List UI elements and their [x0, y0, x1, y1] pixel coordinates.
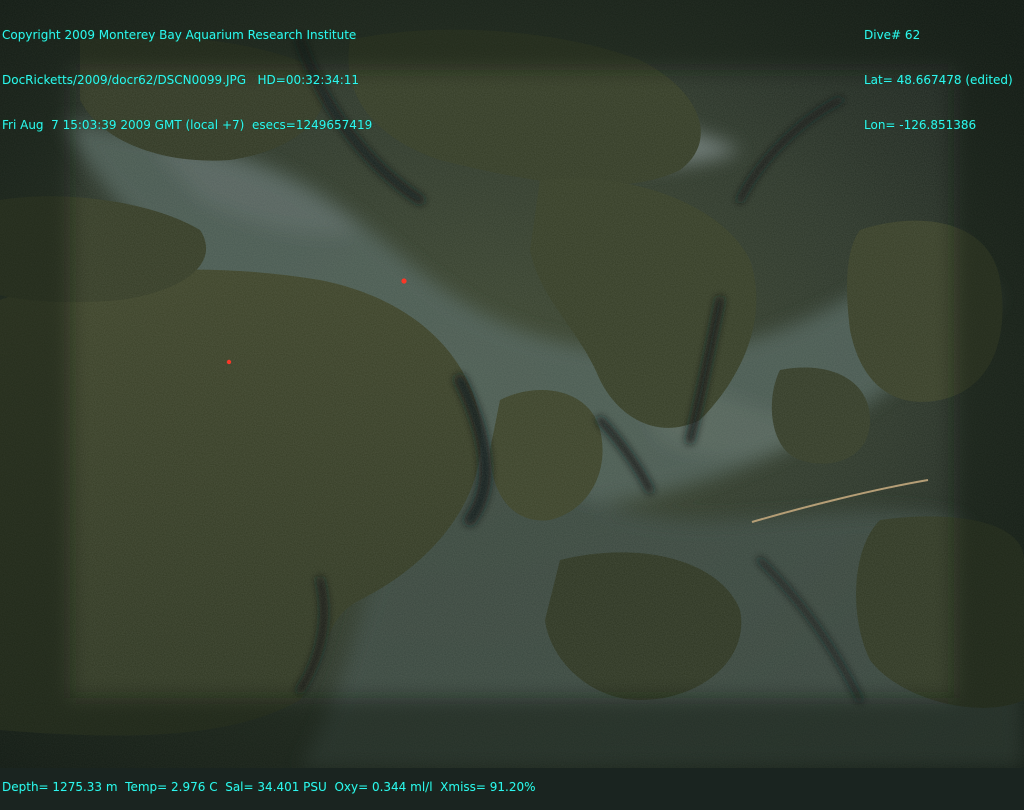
copyright-text: Copyright 2009 Monterey Bay Aquarium Res…	[2, 28, 357, 42]
overlay-top-right: Dive# 62 Lat= 48.667478 (edited) Lon= -1…	[864, 0, 1013, 148]
longitude-text: Lon= -126.851386	[864, 118, 977, 132]
image-path-text: DocRicketts/2009/docr62/DSCN0099.JPG HD=…	[2, 73, 360, 87]
dive-number-text: Dive# 62	[864, 28, 921, 42]
overlay-top-left: Copyright 2009 Monterey Bay Aquarium Res…	[2, 0, 372, 148]
overlay-bottom: Depth= 1275.33 m Temp= 2.976 C Sal= 34.4…	[2, 750, 536, 810]
latitude-text: Lat= 48.667478 (edited)	[864, 73, 1013, 87]
sensor-readout-text: Depth= 1275.33 m Temp= 2.976 C Sal= 34.4…	[2, 780, 536, 794]
timestamp-text: Fri Aug 7 15:03:39 2009 GMT (local +7) e…	[2, 118, 373, 132]
